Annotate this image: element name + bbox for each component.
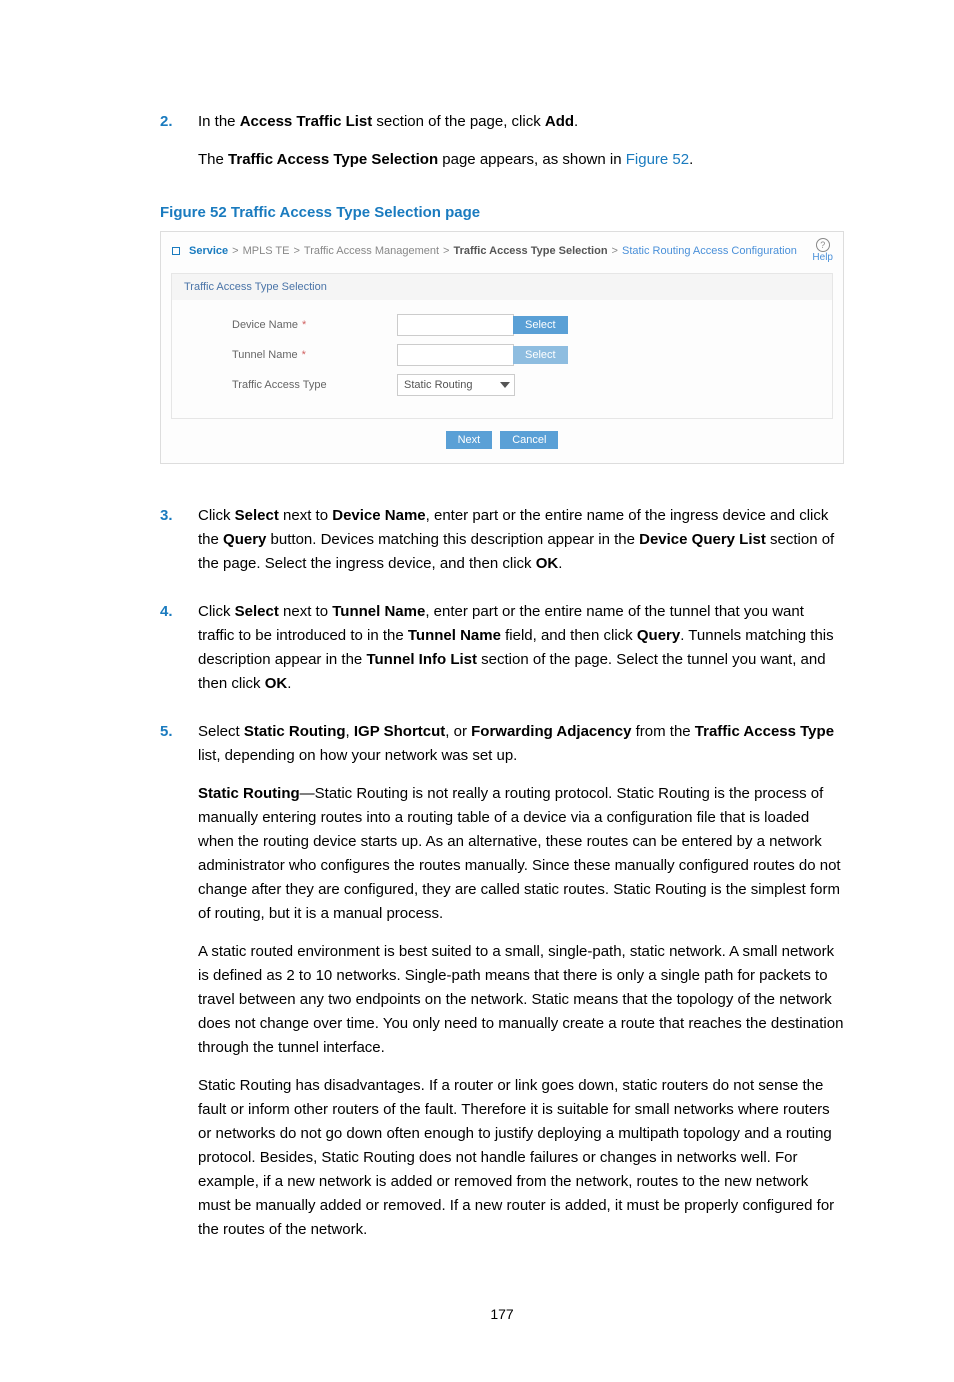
bc-current: Traffic Access Type Selection (453, 245, 607, 257)
text: A static routed environment is best suit… (198, 940, 844, 1060)
text-bold: OK (536, 555, 559, 572)
bc-tam[interactable]: Traffic Access Management (304, 245, 439, 257)
step-number: 5. (160, 720, 198, 1256)
text: . (689, 151, 693, 168)
step-number: 2. (160, 110, 198, 186)
text: . (574, 113, 578, 130)
help-icon: ? (816, 238, 830, 252)
tunnel-name-label: Tunnel Name * (232, 349, 397, 361)
text: page appears, as shown in (438, 151, 626, 168)
text-bold: Static Routing (244, 723, 346, 740)
text: In the (198, 113, 240, 130)
step-3: 3. Click Select next to Device Name, ent… (160, 504, 844, 590)
step-body: Select Static Routing, IGP Shortcut, or … (198, 720, 844, 1256)
text-bold: Tunnel Info List (366, 651, 477, 668)
text: button. Devices matching this descriptio… (266, 531, 639, 548)
chevron-down-icon (500, 382, 510, 388)
text-bold: Add (545, 113, 574, 130)
text: section of the page, click (372, 113, 545, 130)
device-name-input[interactable] (397, 314, 514, 336)
device-select-button[interactable]: Select (513, 316, 568, 334)
text-bold: Traffic Access Type (695, 723, 834, 740)
text: —Static Routing is not really a routing … (198, 785, 841, 922)
bc-sep: > (232, 245, 238, 257)
step-number: 3. (160, 504, 198, 590)
bc-mpls[interactable]: MPLS TE (243, 245, 290, 257)
section-title: Traffic Access Type Selection (172, 274, 832, 300)
device-name-label: Device Name * (232, 319, 397, 331)
bc-sep: > (443, 245, 449, 257)
text: Click (198, 603, 235, 620)
text: The (198, 151, 228, 168)
required-asterisk: * (302, 319, 306, 331)
text-bold: Select (235, 603, 279, 620)
figure-screenshot: Service > MPLS TE > Traffic Access Manag… (160, 231, 844, 464)
select-value: Static Routing (404, 379, 472, 391)
breadcrumb: Service > MPLS TE > Traffic Access Manag… (171, 245, 797, 257)
step-body: In the Access Traffic List section of th… (198, 110, 844, 186)
bc-sep: > (612, 245, 618, 257)
text-bold: Query (223, 531, 266, 548)
text-bold: Query (637, 627, 680, 644)
step-4: 4. Click Select next to Tunnel Name, ent… (160, 600, 844, 710)
traffic-type-label: Traffic Access Type (232, 379, 397, 391)
text-bold: IGP Shortcut (354, 723, 445, 740)
text: next to (279, 603, 332, 620)
text: , or (445, 723, 471, 740)
cancel-button[interactable]: Cancel (500, 431, 558, 449)
service-icon (171, 246, 181, 256)
tunnel-name-row: Tunnel Name * Select (232, 344, 812, 366)
text-bold: Device Query List (639, 531, 766, 548)
traffic-type-select[interactable]: Static Routing (397, 374, 515, 396)
required-asterisk: * (302, 349, 306, 361)
text: , (346, 723, 354, 740)
bc-next[interactable]: Static Routing Access Configuration (622, 245, 797, 257)
text: list, depending on how your network was … (198, 747, 517, 764)
step-body: Click Select next to Tunnel Name, enter … (198, 600, 844, 710)
figure-link[interactable]: Figure 52 (626, 151, 689, 168)
text: field, and then click (501, 627, 637, 644)
bc-sep: > (293, 245, 299, 257)
text-bold: Tunnel Name (408, 627, 501, 644)
form-section: Traffic Access Type Selection Device Nam… (171, 273, 833, 419)
text-bold: Forwarding Adjacency (471, 723, 631, 740)
tunnel-name-input[interactable] (397, 344, 514, 366)
text: next to (279, 507, 332, 524)
text: Static Routing has disadvantages. If a r… (198, 1074, 844, 1242)
tunnel-select-button[interactable]: Select (513, 346, 568, 364)
traffic-type-row: Traffic Access Type Static Routing (232, 374, 812, 396)
text-bold: Tunnel Name (332, 603, 425, 620)
step-2: 2. In the Access Traffic List section of… (160, 110, 844, 186)
text: Click (198, 507, 235, 524)
text: from the (631, 723, 694, 740)
form-actions: Next Cancel (161, 419, 843, 463)
breadcrumb-bar: Service > MPLS TE > Traffic Access Manag… (161, 232, 843, 267)
step-number: 4. (160, 600, 198, 710)
help-link[interactable]: ? Help (812, 238, 833, 263)
text: . (287, 675, 291, 692)
bc-service[interactable]: Service (189, 245, 228, 257)
form: Device Name* Select Tunnel Name* Select … (172, 300, 832, 418)
figure-caption: Figure 52 Traffic Access Type Selection … (160, 204, 844, 221)
text-bold: Select (235, 507, 279, 524)
text-bold: OK (265, 675, 288, 692)
label-text: Tunnel Name (232, 349, 298, 361)
text-bold: Traffic Access Type Selection (228, 151, 438, 168)
help-label: Help (812, 252, 833, 263)
label-text: Device Name (232, 319, 298, 331)
text-bold: Device Name (332, 507, 425, 524)
next-button[interactable]: Next (446, 431, 493, 449)
text: . (558, 555, 562, 572)
device-name-row: Device Name * Select (232, 314, 812, 336)
step-body: Click Select next to Device Name, enter … (198, 504, 844, 590)
text-bold: Static Routing (198, 785, 300, 802)
page-number: 177 (160, 1306, 844, 1322)
text-bold: Access Traffic List (240, 113, 373, 130)
step-5: 5. Select Static Routing, IGP Shortcut, … (160, 720, 844, 1256)
text: Select (198, 723, 244, 740)
